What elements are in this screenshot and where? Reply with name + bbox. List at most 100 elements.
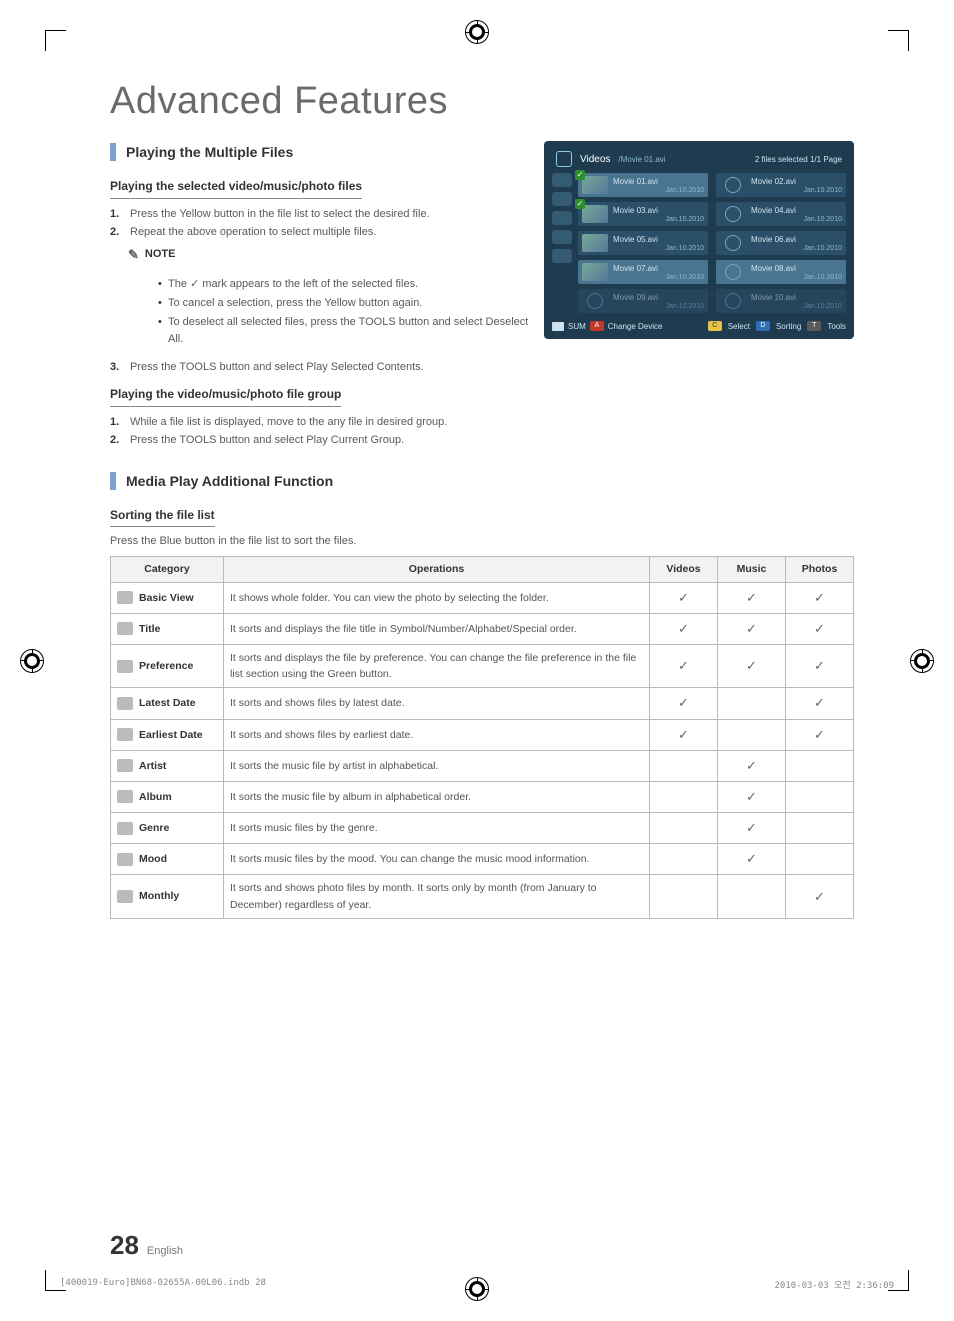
- page-number-value: 28: [110, 1230, 139, 1261]
- videos-cell: ✓: [650, 613, 718, 644]
- table-row: MonthlyIt sorts and shows photo files by…: [111, 875, 854, 919]
- section-heading-1: Playing the Multiple Files: [110, 143, 530, 161]
- operations-cell: It sorts and shows files by latest date.: [224, 688, 650, 719]
- operations-cell: It sorts music files by the genre.: [224, 813, 650, 844]
- operations-cell: It sorts and shows files by earliest dat…: [224, 719, 650, 750]
- section2-title: Media Play Additional Function: [126, 473, 333, 489]
- page-language: English: [147, 1245, 183, 1257]
- file-name: Movie 03.avi: [613, 206, 704, 215]
- photos-cell: ✓: [786, 582, 854, 613]
- category-icon: [117, 591, 133, 604]
- operations-cell: It sorts and shows photo files by month.…: [224, 875, 650, 919]
- photos-cell: [786, 844, 854, 875]
- videos-cell: ✓: [650, 582, 718, 613]
- videos-cell: [650, 813, 718, 844]
- music-cell: ✓: [718, 844, 786, 875]
- table-row: AlbumIt sorts the music file by album in…: [111, 781, 854, 812]
- th-music: Music: [718, 557, 786, 582]
- crop-tr: [888, 30, 909, 51]
- section-heading-2: Media Play Additional Function: [110, 472, 854, 490]
- group-step-1: 1. While a file list is displayed, move …: [110, 414, 854, 431]
- step-3: 3. Press the TOOLS button and select Pla…: [110, 359, 854, 376]
- music-cell: ✓: [718, 813, 786, 844]
- section1-title: Playing the Multiple Files: [126, 144, 293, 160]
- file-name: Movie 05.avi: [613, 235, 704, 244]
- step-number: 3.: [110, 359, 124, 376]
- videos-cell: [650, 781, 718, 812]
- sorting-table: Category Operations Videos Music Photos …: [110, 556, 854, 918]
- tv-file-item[interactable]: ✓ Movie 03.aviJan.10.2010: [578, 202, 708, 226]
- registration-mark-left: [20, 649, 44, 673]
- note-bullet: To deselect all selected files, press th…: [158, 314, 854, 348]
- tv-file-item[interactable]: Movie 02.aviJan.10.2010: [716, 173, 846, 197]
- category-cell: Title: [117, 621, 217, 637]
- footer-left: [400019-Euro]BN68-02655A-00L06.indb 28: [60, 1278, 266, 1291]
- step-number: 2.: [110, 224, 124, 241]
- th-category: Category: [111, 557, 224, 582]
- footer-right: 2010-03-03 오전 2:36:09: [774, 1278, 894, 1291]
- step-1: 1. Press the Yellow button in the file l…: [110, 206, 530, 223]
- step-text: Press the TOOLS button and select Play C…: [130, 432, 404, 449]
- file-name: Movie 07.avi: [613, 264, 704, 273]
- videos-cell: [650, 844, 718, 875]
- step-text: Repeat the above operation to select mul…: [130, 224, 376, 241]
- category-icon: [117, 660, 133, 673]
- photos-cell: [786, 813, 854, 844]
- note-icon: ✎: [128, 245, 139, 265]
- music-cell: [718, 875, 786, 919]
- tv-file-item[interactable]: ✓Movie 01.aviJan.10.2010: [578, 173, 708, 197]
- operations-cell: It sorts music files by the mood. You ca…: [224, 844, 650, 875]
- videos-cell: [650, 750, 718, 781]
- step-text: Press the Yellow button in the file list…: [130, 206, 430, 223]
- tv-file-item[interactable]: Movie 04.aviJan.10.2010: [716, 202, 846, 226]
- section-bar-icon: [110, 143, 116, 161]
- th-photos: Photos: [786, 557, 854, 582]
- table-row: Earliest DateIt sorts and shows files by…: [111, 719, 854, 750]
- category-icon: [117, 822, 133, 835]
- file-date: Jan.10.2010: [613, 216, 704, 223]
- category-cell: Basic View: [117, 590, 217, 606]
- check-icon: ✓: [575, 199, 585, 209]
- video-reel-icon: [720, 176, 746, 194]
- file-date: Jan.10.2010: [751, 216, 842, 223]
- music-cell: ✓: [718, 781, 786, 812]
- tv-status: 2 files selected 1/1 Page: [755, 155, 842, 164]
- step-2: 2. Repeat the above operation to select …: [110, 224, 530, 241]
- table-row: ArtistIt sorts the music file by artist …: [111, 750, 854, 781]
- file-date: Jan.10.2010: [613, 187, 704, 194]
- step-text: While a file list is displayed, move to …: [130, 414, 447, 431]
- tv-section-label: Videos: [580, 154, 610, 165]
- category-cell: Mood: [117, 851, 217, 867]
- table-row: Mood It sorts music files by the mood. Yo…: [111, 844, 854, 875]
- tv-file-item[interactable]: Movie 06.aviJan.10.2010: [716, 231, 846, 255]
- page-title: Advanced Features: [110, 80, 854, 123]
- section-bar-icon: [110, 472, 116, 490]
- operations-cell: It sorts and displays the file by prefer…: [224, 644, 650, 688]
- page-number: 28 English: [110, 1230, 183, 1261]
- th-operations: Operations: [224, 557, 650, 582]
- category-cell: Preference: [117, 658, 217, 674]
- registration-mark-top: [465, 20, 489, 44]
- category-icon: [117, 697, 133, 710]
- subheading-selected-files: Playing the selected video/music/photo f…: [110, 177, 362, 199]
- videos-cell: ✓: [650, 688, 718, 719]
- table-row: Latest DateIt sorts and shows files by l…: [111, 688, 854, 719]
- tv-breadcrumb: /Movie 01.avi: [618, 155, 665, 164]
- file-date: Jan.10.2010: [751, 245, 842, 252]
- video-thumb: [582, 176, 608, 194]
- tv-file-item[interactable]: Movie 05.aviJan.10.2010: [578, 231, 708, 255]
- photos-cell: ✓: [786, 688, 854, 719]
- table-row: GenreIt sorts music files by the genre.✓: [111, 813, 854, 844]
- step-number: 2.: [110, 432, 124, 449]
- sorting-intro: Press the Blue button in the file list t…: [110, 535, 356, 547]
- crop-tl: [45, 30, 66, 51]
- file-name: Movie 04.avi: [751, 206, 842, 215]
- operations-cell: It sorts the music file by album in alph…: [224, 781, 650, 812]
- video-thumb: [582, 234, 608, 252]
- music-cell: ✓: [718, 750, 786, 781]
- video-thumb: [582, 205, 608, 223]
- photos-cell: [786, 750, 854, 781]
- file-name: Movie 08.avi: [751, 264, 842, 273]
- step-number: 1.: [110, 206, 124, 223]
- note-label: NOTE: [145, 246, 176, 263]
